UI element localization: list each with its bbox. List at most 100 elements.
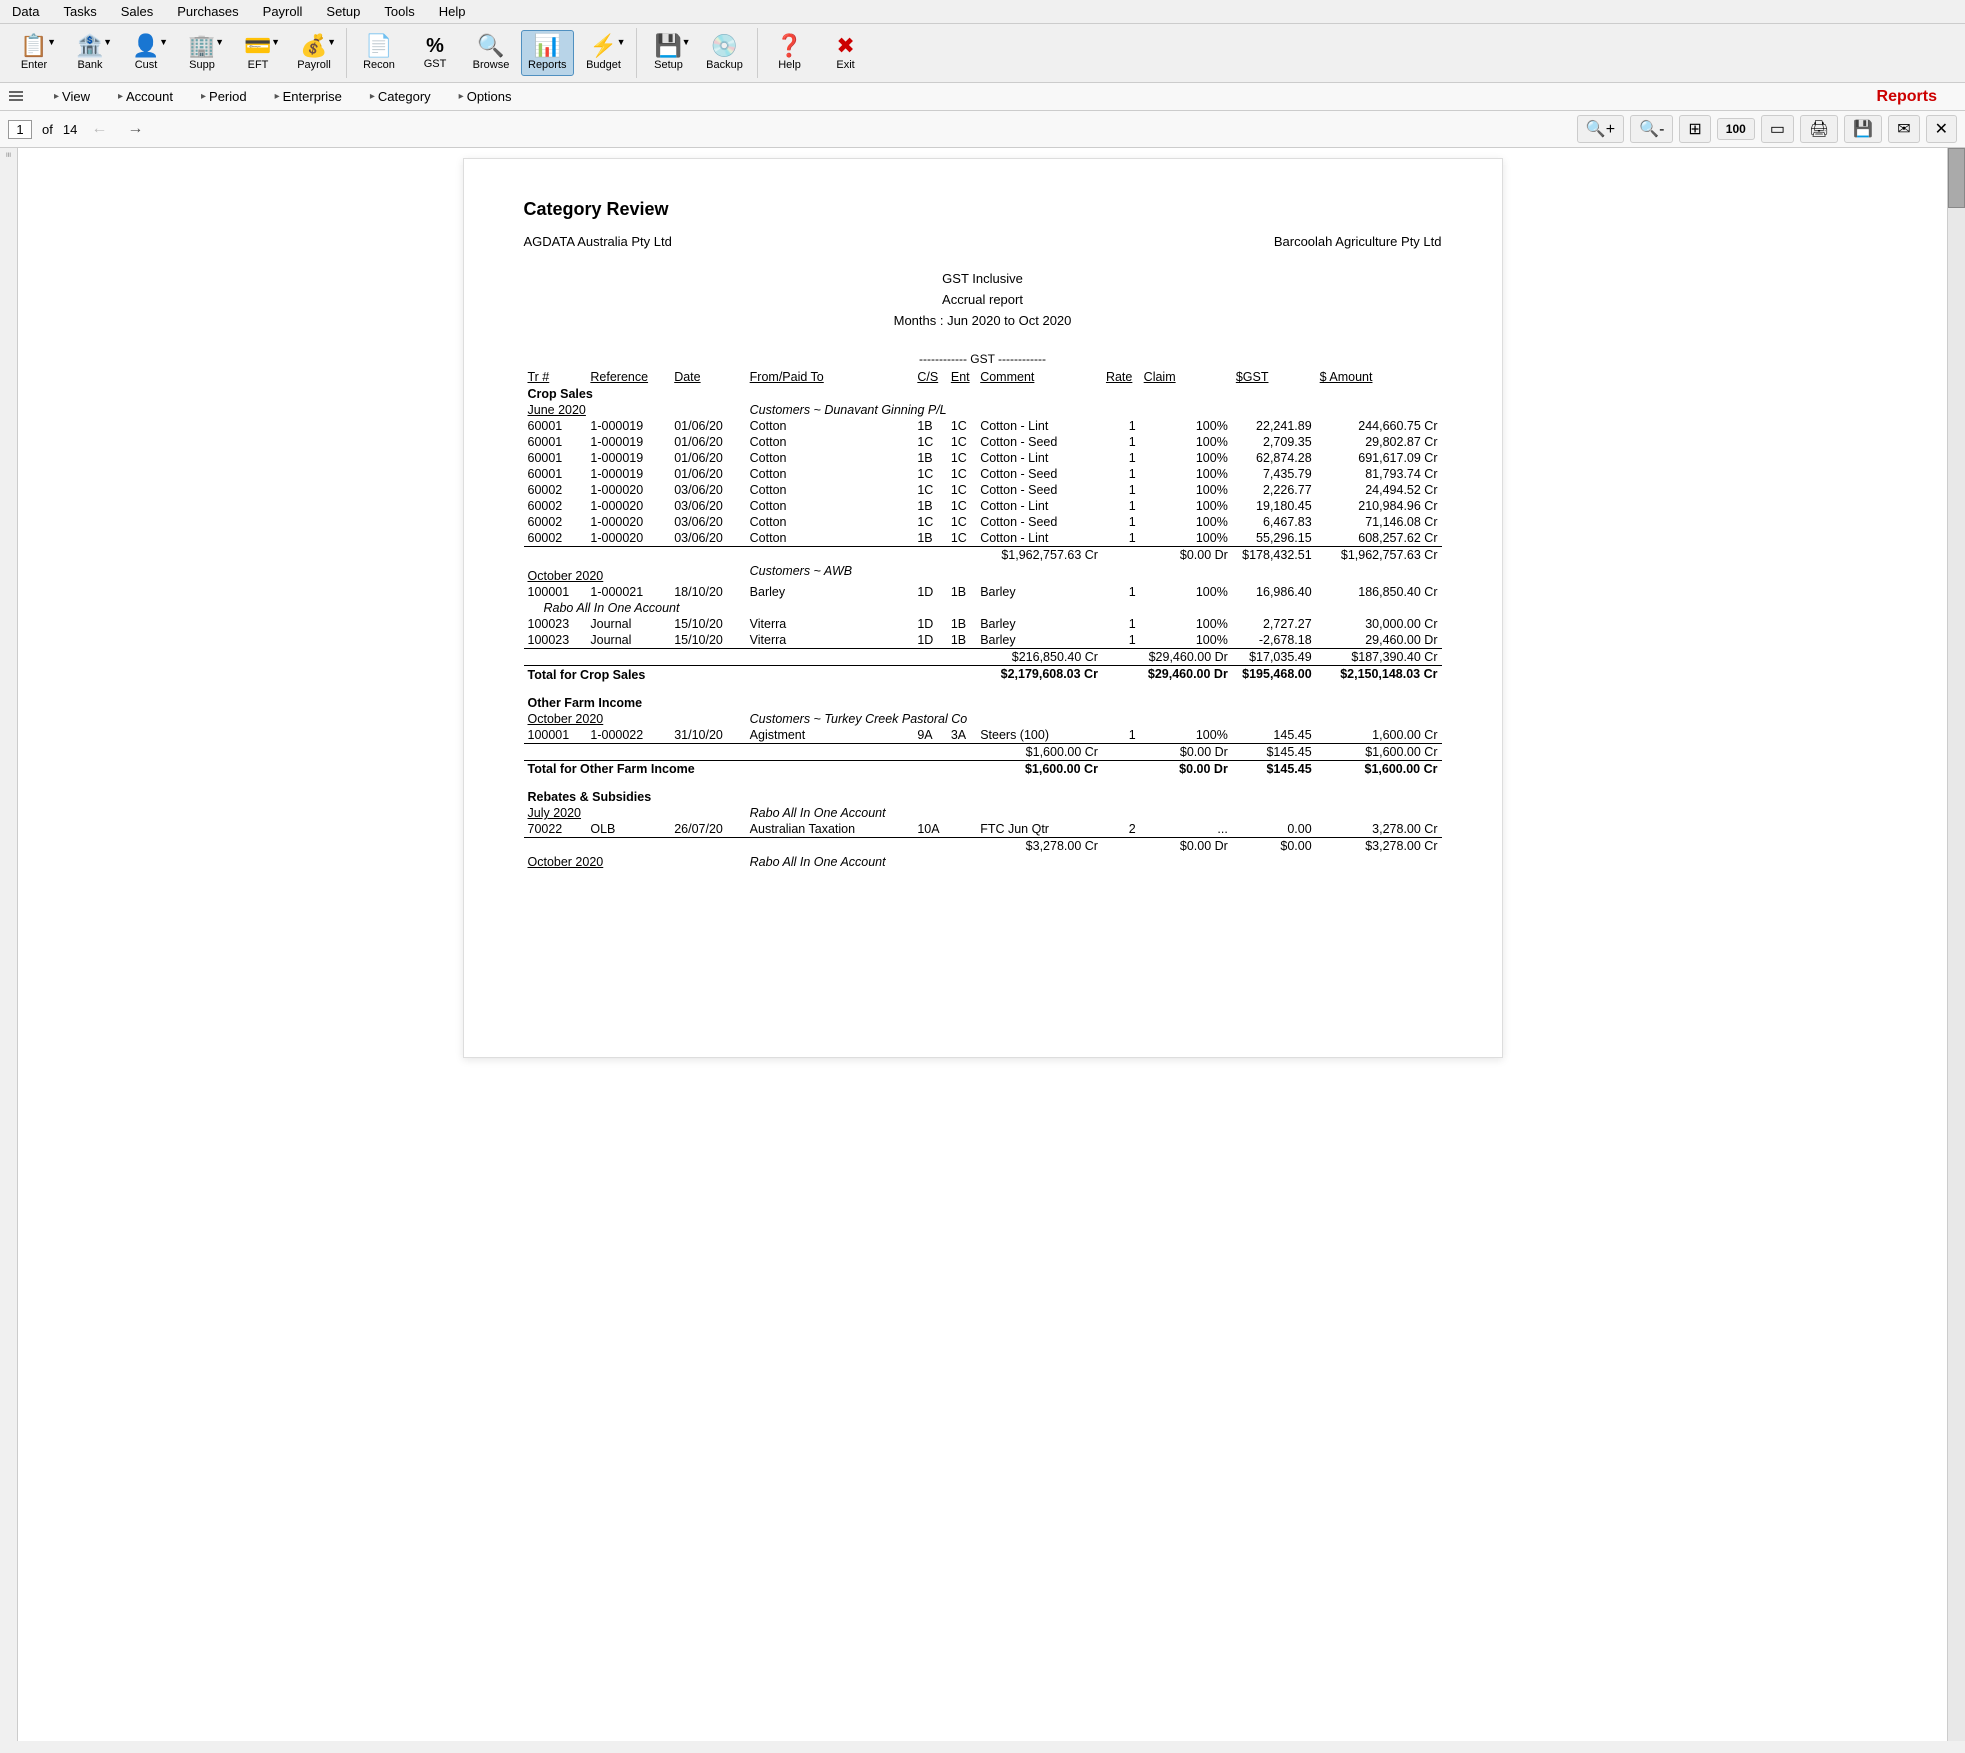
exit-button[interactable]: ✖ Exit — [820, 30, 872, 76]
browse-button[interactable]: 🔍 Browse — [465, 30, 517, 76]
nav-options-label: Options — [467, 89, 512, 104]
cust-icon: 👤 — [132, 35, 159, 57]
reports-label: Reports — [528, 59, 567, 71]
section-crop-sales: Crop Sales — [524, 386, 1442, 402]
help-label: Help — [778, 59, 801, 71]
print-button[interactable]: 🖨 — [1800, 115, 1838, 143]
cust-label: Cust — [135, 59, 158, 71]
nav-view[interactable]: ▸ View — [50, 87, 94, 106]
nav-view-label: View — [62, 89, 90, 104]
table-row: 100023 Journal 15/10/20 Viterra 1D 1B Ba… — [524, 632, 1442, 649]
main-area: ≡ Category Review AGDATA Australia Pty L… — [0, 148, 1965, 1741]
close-button[interactable]: ✕ — [1926, 115, 1957, 143]
bank-dropdown-arrow: ▼ — [103, 37, 112, 47]
period-july-2020: July 2020 Rabo All In One Account — [524, 805, 1442, 821]
setup-button[interactable]: 💾 Setup ▼ — [643, 30, 695, 76]
menu-tasks[interactable]: Tasks — [59, 2, 100, 21]
supp-icon: 🏢 — [188, 35, 215, 57]
menu-data[interactable]: Data — [8, 2, 43, 21]
bank-label: Bank — [77, 59, 102, 71]
email-button[interactable]: ✉ — [1888, 115, 1919, 143]
col-rate: Rate — [1102, 368, 1140, 386]
period-june-2020: June 2020 Customers ~ Dunavant Ginning P… — [524, 402, 1442, 418]
company-left: AGDATA Australia Pty Ltd — [524, 234, 672, 249]
supp-button[interactable]: 🏢 Supp ▼ — [176, 30, 228, 76]
payroll-label: Payroll — [297, 59, 331, 71]
exit-label: Exit — [836, 59, 854, 71]
help-button[interactable]: ❓ Help — [764, 30, 816, 76]
nav-category[interactable]: ▸ Category — [366, 87, 435, 106]
cust-button[interactable]: 👤 Cust ▼ — [120, 30, 172, 76]
reports-button[interactable]: 📊 Reports — [521, 30, 574, 76]
backup-label: Backup — [706, 59, 743, 71]
payroll-dropdown-arrow: ▼ — [327, 37, 336, 47]
nav-period[interactable]: ▸ Period — [197, 87, 251, 106]
period-oct-2020-crop: October 2020 Customers ~ AWB — [524, 563, 1442, 584]
enter-button[interactable]: 📋 Enter ▼ — [8, 30, 60, 76]
separator-1 — [346, 28, 347, 78]
prev-page-button[interactable]: ← — [85, 118, 113, 140]
subtitle-line1: GST Inclusive — [524, 269, 1442, 290]
menu-purchases[interactable]: Purchases — [173, 2, 242, 21]
zoom-in-button[interactable]: 🔍+ — [1577, 115, 1624, 143]
col-claim: Claim — [1140, 368, 1232, 386]
nav-category-label: Category — [378, 89, 431, 104]
page-controls-right: 🔍+ 🔍- ⊞ 100 ▭ 🖨 💾 ✉ ✕ — [1577, 115, 1957, 143]
report-subtitle: GST Inclusive Accrual report Months : Ju… — [524, 269, 1442, 331]
eft-button[interactable]: 💳 EFT ▼ — [232, 30, 284, 76]
budget-button[interactable]: ⚡ Budget ▼ — [578, 30, 630, 76]
fit-one-button[interactable]: ▭ — [1761, 115, 1794, 143]
menu-help[interactable]: Help — [435, 2, 470, 21]
spacer-row-2 — [524, 777, 1442, 789]
right-sidebar — [1947, 148, 1965, 1741]
gst-icon: % — [426, 36, 444, 56]
col-reference: Reference — [586, 368, 670, 386]
scrollbar-thumb[interactable] — [1948, 148, 1965, 208]
zoom-out-button[interactable]: 🔍- — [1630, 115, 1673, 143]
col-amount: $ Amount — [1316, 368, 1442, 386]
menu-tools[interactable]: Tools — [380, 2, 418, 21]
bank-button[interactable]: 🏦 Bank ▼ — [64, 30, 116, 76]
backup-button[interactable]: 💿 Backup — [699, 30, 751, 76]
col-ent: Ent — [947, 368, 976, 386]
col-cs: C/S — [913, 368, 947, 386]
scrollbar-track[interactable] — [1948, 148, 1965, 1741]
save-button[interactable]: 💾 — [1844, 115, 1882, 143]
separator-2 — [636, 28, 637, 78]
reports-icon: 📊 — [534, 35, 561, 57]
separator-3 — [757, 28, 758, 78]
bank-icon: 🏦 — [76, 35, 103, 57]
payroll-button[interactable]: 💰 Payroll ▼ — [288, 30, 340, 76]
nav-account[interactable]: ▸ Account — [114, 87, 177, 106]
recon-button[interactable]: 📄 Recon — [353, 30, 405, 76]
nav-account-label: Account — [126, 89, 173, 104]
table-row: 100001 1-000021 18/10/20 Barley 1D 1B Ba… — [524, 584, 1442, 600]
secondary-toolbar: ▸ View ▸ Account ▸ Period ▸ Enterprise ▸… — [0, 83, 1965, 111]
subtitle-line3: Months : Jun 2020 to Oct 2020 — [524, 311, 1442, 332]
page-width-button[interactable]: 100 — [1717, 118, 1755, 140]
report-table: ------------ GST ------------ Tr # Refer… — [524, 351, 1442, 870]
exit-icon: ✖ — [836, 35, 854, 57]
enter-dropdown-arrow: ▼ — [47, 37, 56, 47]
table-row: 60002 1-000020 03/06/20 Cotton 1C 1C Cot… — [524, 514, 1442, 530]
menu-sales[interactable]: Sales — [117, 2, 158, 21]
reports-title: Reports — [1877, 88, 1937, 106]
nav-enterprise[interactable]: ▸ Enterprise — [271, 87, 346, 106]
menu-setup[interactable]: Setup — [322, 2, 364, 21]
report-page: Category Review AGDATA Australia Pty Ltd… — [463, 158, 1503, 1058]
report-container[interactable]: Category Review AGDATA Australia Pty Ltd… — [18, 148, 1947, 1741]
next-page-button[interactable]: → — [121, 118, 149, 140]
fit-page-button[interactable]: ⊞ — [1679, 115, 1710, 143]
backup-icon: 💿 — [711, 35, 738, 57]
menu-payroll[interactable]: Payroll — [259, 2, 307, 21]
nav-options[interactable]: ▸ Options — [455, 87, 516, 106]
left-sidebar: ≡ — [0, 148, 18, 1741]
total-pages: 14 — [63, 122, 77, 137]
setup-icon: 💾 — [655, 35, 682, 57]
spacer-row — [524, 683, 1442, 695]
table-row: 70022 OLB 26/07/20 Australian Taxation 1… — [524, 821, 1442, 838]
menu-bar: Data Tasks Sales Purchases Payroll Setup… — [0, 0, 1965, 24]
gst-button[interactable]: % GST — [409, 31, 461, 75]
period-oct-2020-rebates: October 2020 Rabo All In One Account — [524, 854, 1442, 870]
col-tr: Tr # — [524, 368, 587, 386]
